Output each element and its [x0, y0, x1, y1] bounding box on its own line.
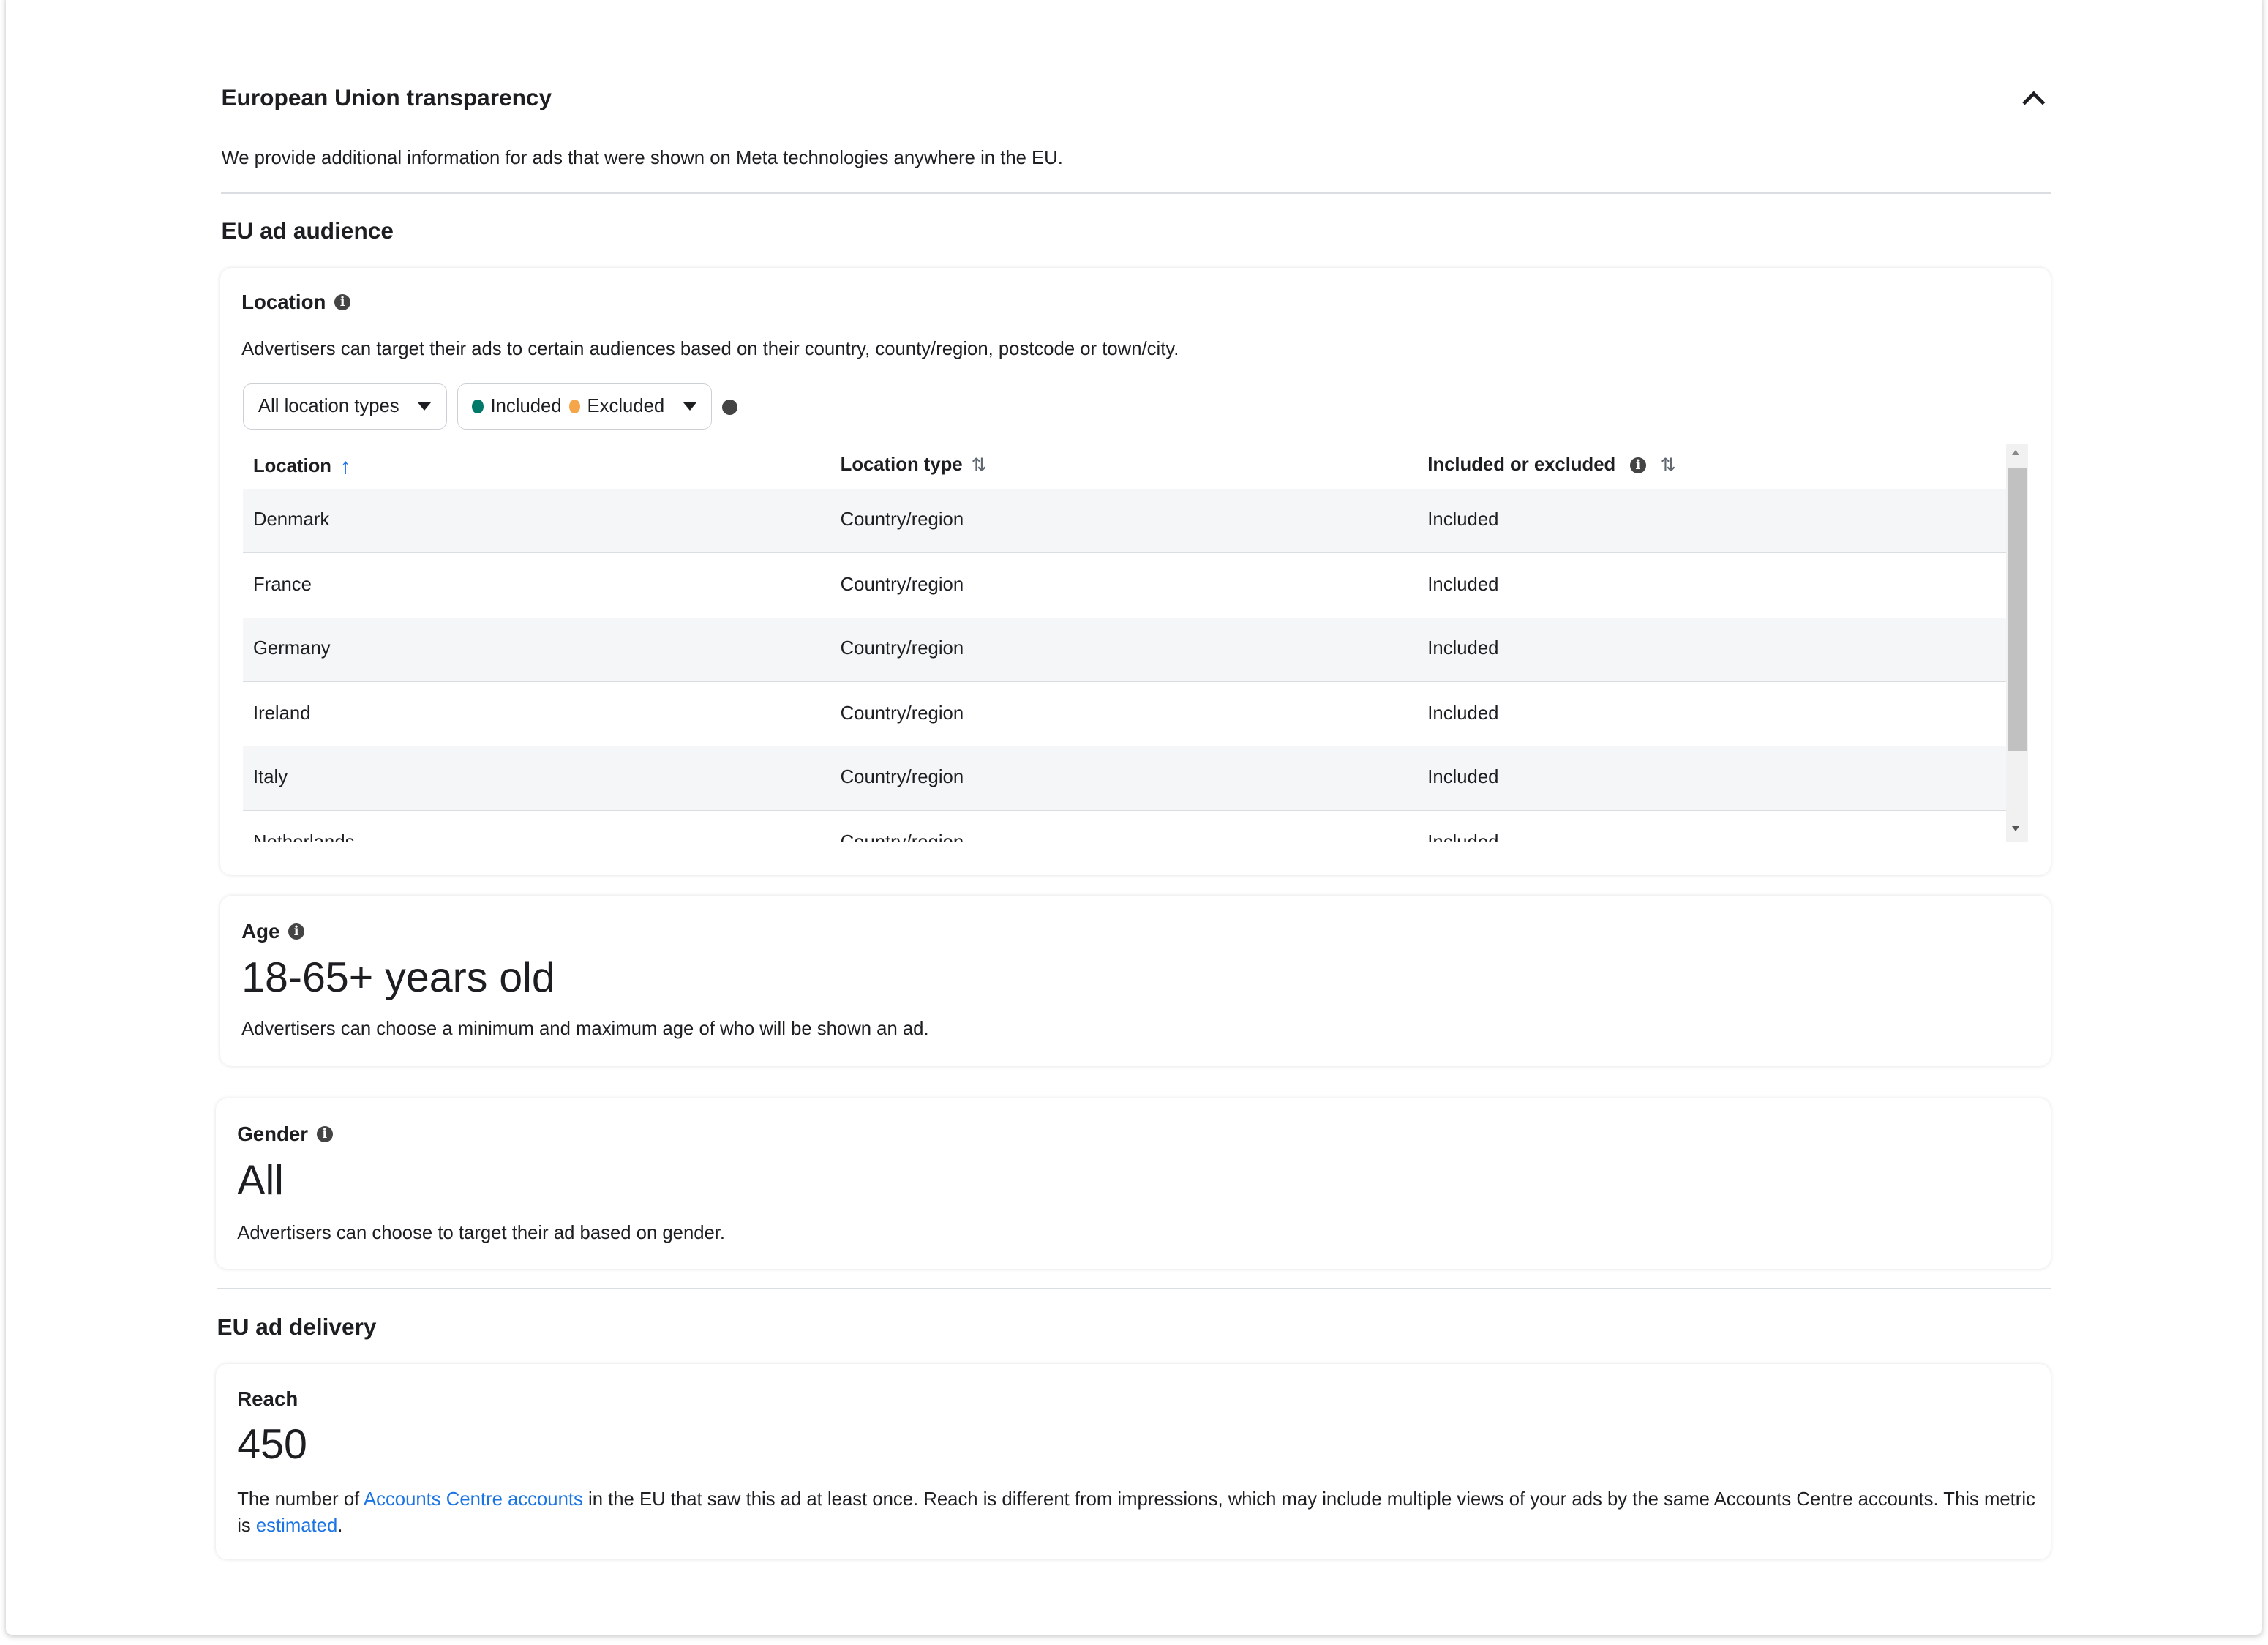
scrollbar-thumb[interactable] — [2008, 467, 2027, 752]
estimated-link[interactable]: estimated — [256, 1515, 337, 1536]
caret-down-icon — [683, 402, 696, 411]
column-header-location[interactable]: Location ↑ — [253, 454, 351, 479]
info-icon[interactable] — [721, 399, 738, 416]
delivery-title: EU ad delivery — [217, 1314, 377, 1341]
location-table: Denmark Country/region Included France Coun… — [243, 489, 2007, 842]
included-check-icon — [472, 399, 484, 414]
table-row: NetherlandsCountry/regionIncluded — [243, 812, 2007, 842]
dropdown-label: All location types — [258, 396, 399, 417]
location-card: Location i Advertisers can target their a… — [219, 267, 2051, 876]
collapse-chevron-icon[interactable] — [2021, 87, 2047, 114]
accounts-centre-link[interactable]: Accounts Centre accounts — [364, 1489, 583, 1510]
age-value: 18-65+ years old — [241, 953, 555, 1001]
age-description: Advertisers can choose a minimum and max… — [241, 1018, 929, 1039]
column-label: Location type — [840, 454, 963, 476]
table-row: Italy Country/region Included — [243, 746, 2007, 812]
column-label: Included or excluded — [1427, 454, 1616, 476]
inclusion-dropdown[interactable]: Included Excluded — [457, 383, 712, 430]
included-label: Included — [490, 396, 562, 417]
excluded-label: Excluded — [587, 396, 665, 417]
audience-title: EU ad audience — [221, 217, 394, 244]
sort-ascending-icon: ↑ — [339, 454, 351, 479]
caret-down-icon — [418, 402, 432, 411]
divider — [221, 192, 2051, 194]
info-icon[interactable]: i — [334, 294, 350, 311]
gender-value: All — [237, 1156, 284, 1204]
reach-value: 450 — [237, 1421, 307, 1469]
age-card: Age i 18-65+ years old Advertisers can ch… — [219, 895, 2051, 1067]
column-header-included[interactable]: Included or excluded i ⇅ — [1427, 454, 1676, 476]
info-icon[interactable]: i — [288, 923, 304, 940]
reach-description: The number of Accounts Centre accounts i… — [237, 1489, 2035, 1536]
column-header-location-type[interactable]: Location type ⇅ — [841, 454, 987, 476]
info-icon[interactable]: i — [316, 1126, 333, 1142]
info-icon[interactable]: i — [1629, 457, 1646, 473]
sort-icon: ⇅ — [1660, 454, 1677, 476]
reach-card: Reach 450 The number of Accounts Centre … — [215, 1364, 2051, 1560]
location-label: Location — [241, 291, 326, 314]
age-label: Age — [241, 920, 280, 943]
gender-label: Gender — [237, 1123, 309, 1146]
excluded-icon — [568, 399, 580, 414]
section-description: We provide additional information for ad… — [221, 147, 1063, 168]
table-row: Germany Country/region Included — [243, 618, 2007, 683]
divider — [217, 1287, 2051, 1289]
section-title: European Union transparency — [221, 83, 552, 110]
table-row: Denmark Country/region Included — [243, 489, 2007, 554]
scroll-down-icon[interactable] — [2012, 825, 2019, 831]
gender-card: Gender i All Advertisers can choose to ta… — [215, 1098, 2051, 1269]
reach-label: Reach — [237, 1387, 298, 1410]
scroll-up-icon[interactable] — [2012, 450, 2019, 455]
column-label: Location — [252, 456, 331, 477]
gender-description: Advertisers can choose to target their a… — [237, 1222, 726, 1243]
location-type-dropdown[interactable]: All location types — [243, 383, 447, 430]
sort-icon: ⇅ — [971, 454, 987, 476]
location-description: Advertisers can target their ads to cert… — [241, 338, 1179, 359]
table-row: Ireland Country/region Included — [243, 683, 2007, 748]
scrollbar[interactable] — [2006, 443, 2028, 842]
table-row: France Country/region Included — [243, 554, 2007, 619]
